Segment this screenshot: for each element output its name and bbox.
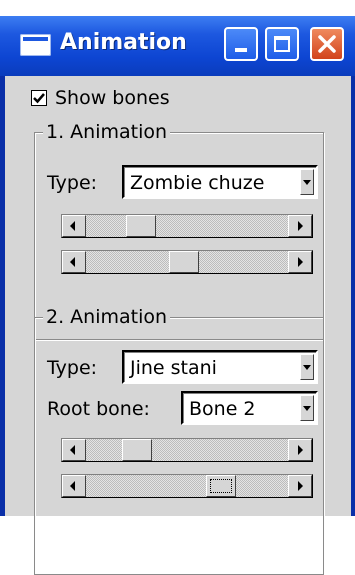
window-client-area: Show bones 1. Animation Type: Zombie chu… (5, 76, 351, 575)
scroll-right-arrow-icon[interactable] (288, 215, 312, 237)
window-title: Animation (60, 30, 187, 55)
maximize-icon (274, 36, 290, 52)
show-bones-label[interactable]: Show bones (55, 87, 170, 109)
minimize-button[interactable] (224, 27, 258, 61)
checkmark-icon (33, 93, 45, 104)
slider-thumb[interactable] (206, 475, 237, 497)
animation-2-legend: 2. Animation (43, 306, 171, 328)
slider-thumb[interactable] (125, 215, 156, 237)
root-bone-value: Bone 2 (189, 398, 256, 420)
scroll-right-arrow-icon[interactable] (288, 251, 312, 273)
slider-thumb[interactable] (122, 439, 153, 461)
title-bar[interactable]: Animation (0, 16, 355, 76)
app-window-icon (20, 34, 51, 56)
animation-2-slider-1[interactable] (61, 438, 313, 462)
animation-1-type-value: Zombie chuze (130, 172, 265, 194)
show-bones-checkbox[interactable] (31, 90, 47, 106)
animation-2-type-label: Type: (47, 357, 98, 379)
scroll-right-arrow-icon[interactable] (288, 439, 312, 461)
scroll-left-arrow-icon[interactable] (62, 215, 86, 237)
dropdown-arrow-icon[interactable] (300, 169, 314, 195)
root-bone-select[interactable]: Bone 2 (181, 391, 318, 425)
dropdown-arrow-icon[interactable] (300, 354, 314, 380)
close-icon (318, 35, 336, 53)
dropdown-arrow-icon[interactable] (300, 395, 314, 421)
close-button[interactable] (310, 27, 344, 61)
animation-1-type-select[interactable]: Zombie chuze (122, 165, 318, 199)
animation-2-slider-2[interactable] (61, 474, 313, 498)
slider-thumb[interactable] (168, 251, 199, 273)
scroll-right-arrow-icon[interactable] (288, 475, 312, 497)
scroll-left-arrow-icon[interactable] (62, 439, 86, 461)
animation-window: Animation Show bones 1. Animation Type: … (0, 16, 355, 575)
animation-1-slider-1[interactable] (61, 214, 313, 238)
animation-1-slider-2[interactable] (61, 250, 313, 274)
maximize-button[interactable] (265, 27, 299, 61)
animation-2-type-select[interactable]: Jine stani (122, 350, 318, 384)
scroll-left-arrow-icon[interactable] (62, 475, 86, 497)
animation-1-legend: 1. Animation (43, 121, 171, 143)
animation-1-type-label: Type: (47, 172, 98, 194)
scroll-left-arrow-icon[interactable] (62, 251, 86, 273)
root-bone-label: Root bone: (47, 398, 150, 420)
animation-2-type-value: Jine stani (130, 357, 217, 379)
minimize-icon (235, 48, 247, 52)
